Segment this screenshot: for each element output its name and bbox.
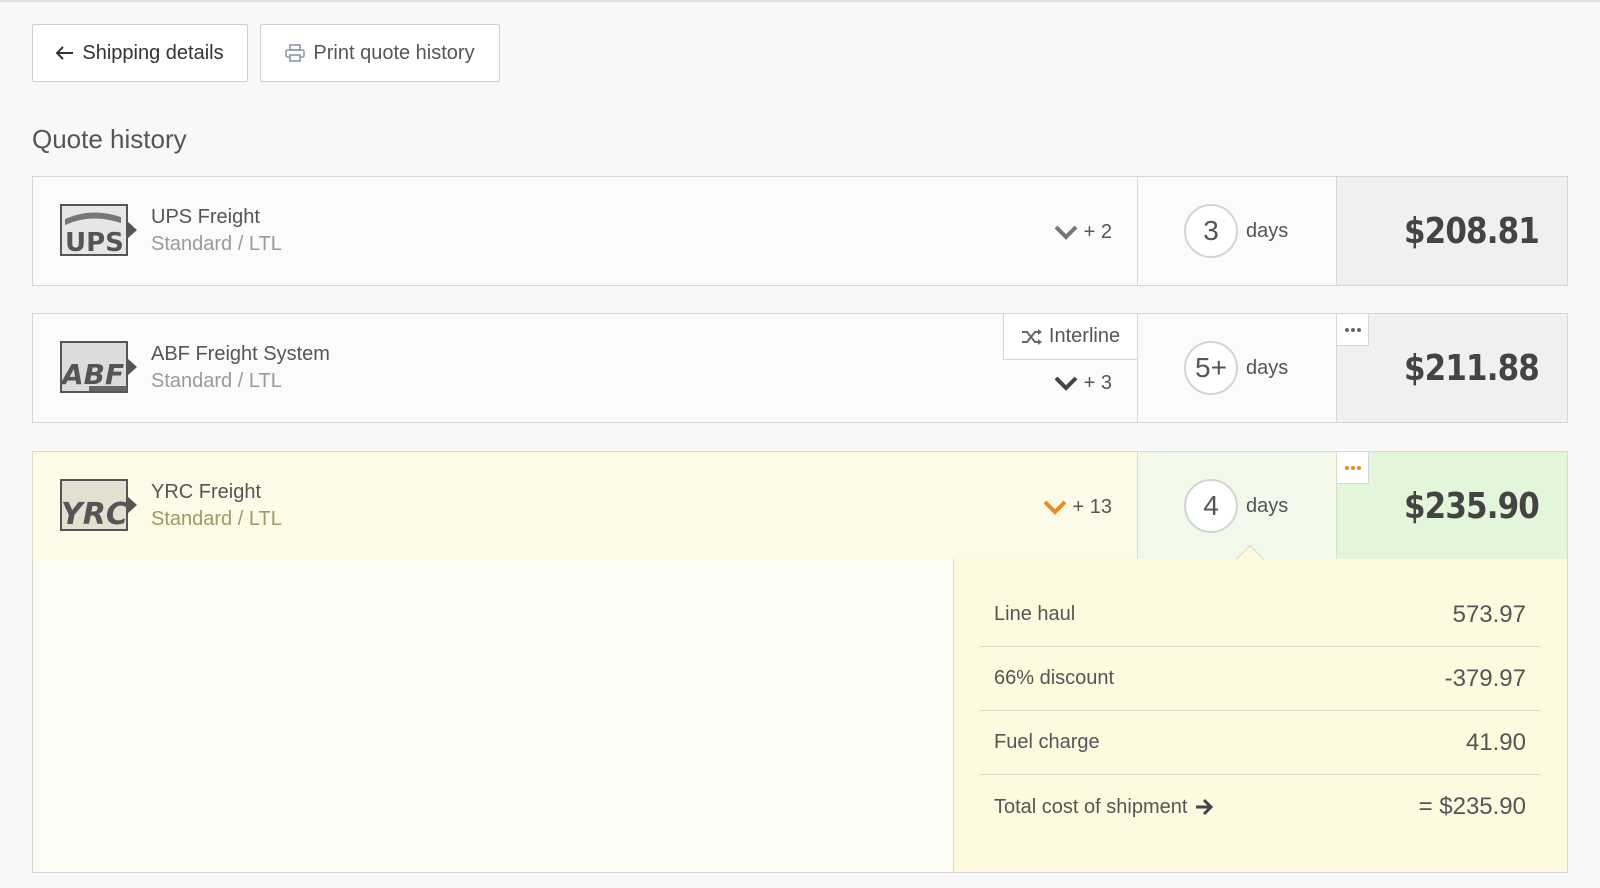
print-quote-history-label: Print quote history xyxy=(313,41,475,64)
breakdown-row: Line haul 573.97 xyxy=(980,583,1540,647)
chevron-down-icon xyxy=(1054,376,1078,391)
days-circle: 3 xyxy=(1184,204,1238,258)
cost-breakdown: Line haul 573.97 66% discount -379.97 Fu… xyxy=(953,544,1567,872)
transit-days: 5+ days xyxy=(1137,314,1337,422)
carrier-service: Standard / LTL xyxy=(151,233,282,255)
interline-badge[interactable]: Interline xyxy=(1003,314,1137,360)
total-label-wrap: Total cost of shipment xyxy=(994,795,1214,819)
shipping-details-label: Shipping details xyxy=(82,41,224,64)
breakdown-total-value: = $235.90 xyxy=(1418,793,1526,820)
days-label: days xyxy=(1246,219,1289,242)
ellipsis-icon xyxy=(1344,327,1361,332)
breakdown-total-row[interactable]: Total cost of shipment = $235.90 xyxy=(980,775,1540,839)
shuffle-icon xyxy=(1021,328,1042,345)
breakdown-value: 573.97 xyxy=(1452,600,1526,628)
arrow-right-icon xyxy=(1196,798,1214,816)
quote-row-abf[interactable]: ABF ABF Freight System Standard / LTL In… xyxy=(32,313,1568,423)
quote-price: $208.81 xyxy=(1404,210,1540,252)
breakdown-label: Line haul xyxy=(994,603,1076,625)
expand-count: + 13 xyxy=(1072,495,1112,518)
breakdown-value: -379.97 xyxy=(1444,664,1526,692)
top-divider xyxy=(0,0,1600,2)
breakdown-label: 66% discount xyxy=(994,667,1115,689)
carrier-name: YRC Freight xyxy=(151,481,262,503)
transit-days: 3 days xyxy=(1137,177,1337,285)
breakdown-value: 41.90 xyxy=(1465,728,1526,756)
abf-logo: ABF xyxy=(59,340,143,396)
expand-count: + 3 xyxy=(1083,371,1112,394)
transit-days: 4 days xyxy=(1137,452,1337,560)
days-label: days xyxy=(1246,356,1289,379)
breakdown-label: Total cost of shipment xyxy=(994,795,1188,818)
chevron-down-icon xyxy=(1043,500,1066,515)
days-circle: 5+ xyxy=(1184,341,1238,395)
ups-logo: UPS xyxy=(59,203,143,259)
interline-label: Interline xyxy=(1048,325,1121,347)
shipping-details-button[interactable]: Shipping details xyxy=(32,24,248,82)
price-cell[interactable]: $235.90 xyxy=(1337,452,1567,560)
arrow-left-icon xyxy=(56,46,74,60)
yrc-logo: YRC xyxy=(59,478,143,534)
quote-price: $211.88 xyxy=(1404,347,1540,389)
expand-accessorials-button[interactable]: + 2 xyxy=(1054,217,1112,247)
carrier-service: Standard / LTL xyxy=(151,370,282,392)
expand-count: + 2 xyxy=(1083,220,1112,243)
days-circle: 4 xyxy=(1184,479,1238,533)
print-quote-history-button[interactable]: Print quote history xyxy=(260,24,500,82)
quote-detail-panel: Line haul 573.97 66% discount -379.97 Fu… xyxy=(32,544,1568,873)
days-label: days xyxy=(1246,494,1289,517)
breakdown-row: Fuel charge 41.90 xyxy=(980,711,1540,775)
quote-price: $235.90 xyxy=(1404,485,1540,527)
expand-accessorials-button[interactable]: + 13 xyxy=(1043,492,1112,522)
chevron-down-icon xyxy=(1054,225,1078,240)
section-title: Quote history xyxy=(32,124,187,154)
svg-text:YRC: YRC xyxy=(61,497,128,532)
more-options-button[interactable] xyxy=(1337,452,1369,484)
breakdown-row: 66% discount -379.97 xyxy=(980,647,1540,711)
price-cell[interactable]: $211.88 xyxy=(1337,314,1567,422)
expand-accessorials-button[interactable]: + 3 xyxy=(1054,368,1112,398)
carrier-name: ABF Freight System xyxy=(151,343,330,365)
ellipsis-icon xyxy=(1344,465,1361,470)
breakdown-label: Fuel charge xyxy=(994,731,1100,753)
svg-text:UPS: UPS xyxy=(65,228,124,258)
price-cell[interactable]: $208.81 xyxy=(1337,177,1567,285)
quote-row-ups[interactable]: UPS UPS Freight Standard / LTL + 2 3 day… xyxy=(32,176,1568,286)
quote-row-yrc[interactable]: YRC YRC Freight Standard / LTL + 13 4 da… xyxy=(32,451,1568,561)
carrier-service: Standard / LTL xyxy=(151,508,282,530)
more-options-button[interactable] xyxy=(1337,314,1369,346)
carrier-name: UPS Freight xyxy=(151,206,260,228)
printer-icon xyxy=(285,44,306,62)
